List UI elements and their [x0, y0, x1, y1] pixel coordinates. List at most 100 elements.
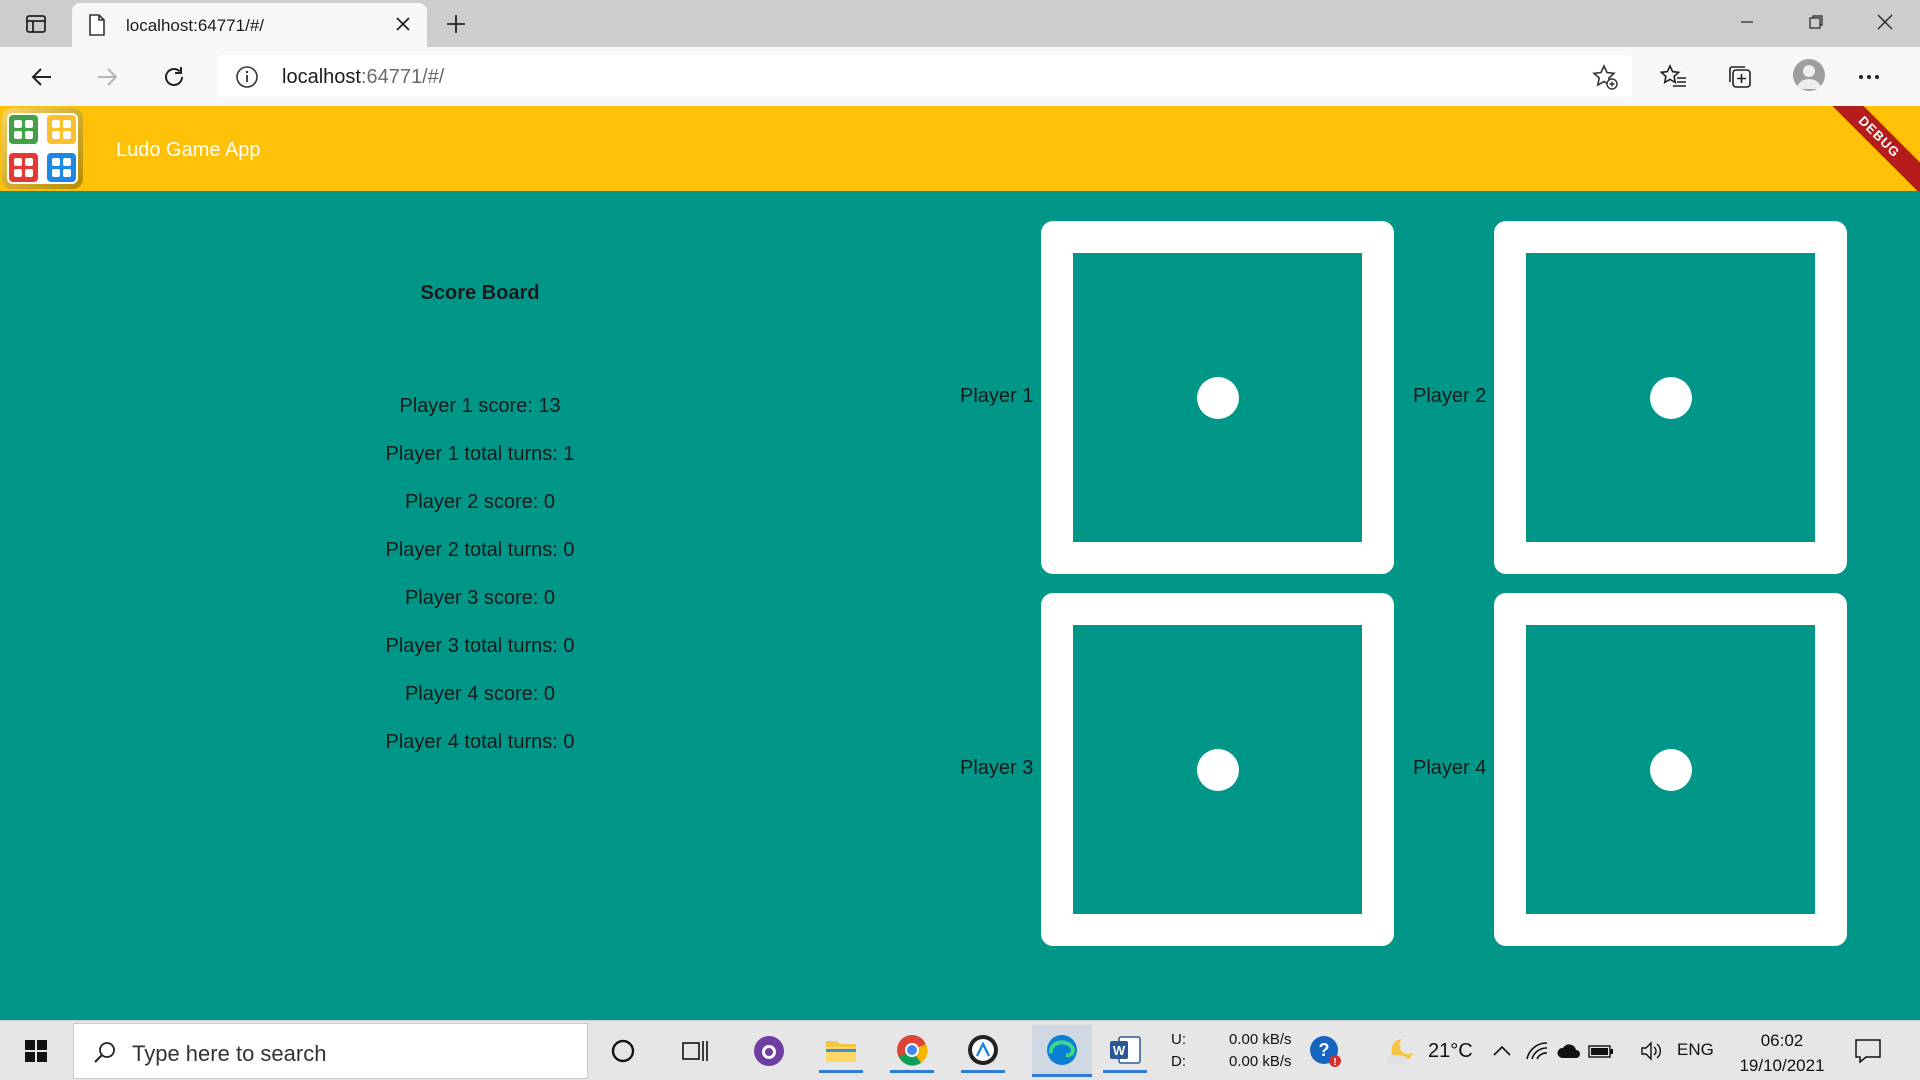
tab-actions-button[interactable] [14, 8, 58, 40]
browser-tab[interactable]: localhost:64771/#/ [72, 3, 427, 47]
close-window-button[interactable] [1862, 6, 1908, 38]
player-2-die[interactable] [1494, 221, 1847, 574]
player-4-die[interactable] [1494, 593, 1847, 946]
person-icon [1797, 65, 1821, 89]
scoreboard-title: Score Board [420, 282, 540, 304]
debug-banner: DEBUG [1818, 106, 1920, 191]
page-icon [88, 14, 106, 41]
onedrive-icon[interactable] [1554, 1029, 1584, 1073]
more-button[interactable] [1851, 59, 1887, 95]
address-bar[interactable]: localhost:64771/#/ [217, 55, 1632, 97]
score-line: Player 3 total turns: 0 [385, 635, 575, 657]
player-1-label: Player 1 [960, 385, 1034, 407]
new-tab-button[interactable] [440, 9, 472, 39]
search-placeholder: Type here to search [132, 1041, 327, 1066]
score-line: Player 2 score: 0 [404, 491, 556, 513]
plus-icon [447, 15, 465, 33]
player-3-label: Player 3 [960, 757, 1034, 779]
chrome-icon[interactable] [890, 1029, 934, 1073]
notifications-icon[interactable] [1846, 1029, 1890, 1073]
restore-button[interactable] [1793, 6, 1839, 38]
site-info-icon[interactable] [235, 65, 259, 94]
more-icon [1859, 75, 1879, 79]
die-pip [1650, 749, 1692, 791]
die-face [1073, 625, 1362, 914]
die-face [1526, 625, 1815, 914]
score-line: Player 2 total turns: 0 [385, 539, 575, 561]
language-indicator[interactable]: ENG [1677, 1040, 1714, 1060]
word-icon[interactable]: W [1103, 1029, 1147, 1073]
browser-toolbar: localhost:64771/#/ [0, 47, 1920, 106]
clock[interactable]: 06:02 19/10/2021 [1720, 1028, 1844, 1078]
arrow-left-icon [31, 68, 51, 86]
refresh-icon [165, 67, 183, 86]
taskbar: Type here to search W U: D: 0.00 kB/s 0.… [0, 1020, 1920, 1080]
scoreboard-list: Player 1 score: 13 Player 1 total turns:… [0, 395, 960, 779]
tab-title: localhost:64771/#/ [126, 16, 264, 35]
svg-text:W: W [1113, 1043, 1126, 1058]
add-favorite-icon[interactable] [1592, 64, 1618, 95]
score-line: Player 3 score: 0 [404, 587, 556, 609]
net-upload-label: U: [1171, 1031, 1186, 1048]
tab-actions-icon [26, 15, 46, 33]
svg-text:?: ? [1319, 1040, 1330, 1060]
collections-icon [1729, 66, 1751, 88]
weather-temp: 21°C [1428, 1040, 1473, 1062]
url-text: localhost:64771/#/ [282, 66, 444, 89]
search-icon [92, 1040, 118, 1071]
collections-button[interactable] [1722, 59, 1758, 95]
net-download-speed: 0.00 kB/s [1229, 1053, 1292, 1070]
score-line: Player 1 score: 13 [399, 395, 561, 417]
browser-tab-strip: localhost:64771/#/ [0, 0, 1920, 47]
refresh-button[interactable] [156, 59, 192, 95]
score-line: Player 4 score: 0 [404, 683, 556, 705]
favorites-icon [1660, 64, 1686, 87]
die-face [1073, 253, 1362, 542]
taskbar-search[interactable]: Type here to search [73, 1023, 588, 1079]
app-bar: Ludo Game App DEBUG [0, 106, 1920, 191]
task-view-icon[interactable] [673, 1029, 717, 1073]
player-1-die[interactable] [1041, 221, 1394, 574]
clock-date: 19/10/2021 [1739, 1056, 1825, 1075]
wifi-icon[interactable] [1522, 1029, 1552, 1073]
profile-avatar[interactable] [1793, 59, 1825, 91]
minimize-button[interactable] [1724, 6, 1770, 38]
url-host: localhost [282, 66, 361, 88]
weather-moon-icon[interactable] [1378, 1029, 1422, 1073]
die-pip [1197, 377, 1239, 419]
player-3-die[interactable] [1041, 593, 1394, 946]
favorites-button[interactable] [1656, 59, 1692, 95]
close-icon [1877, 14, 1893, 30]
windows-icon [25, 1040, 47, 1062]
score-line: Player 4 total turns: 0 [385, 731, 575, 753]
score-line: Player 1 total turns: 1 [385, 443, 575, 465]
help-icon[interactable]: ?! [1303, 1029, 1347, 1073]
app-icon[interactable] [961, 1029, 1005, 1073]
arrow-right-icon [98, 68, 118, 86]
minimize-icon [1741, 21, 1753, 23]
restore-icon [1809, 15, 1823, 29]
back-button[interactable] [24, 59, 60, 95]
file-explorer-icon[interactable] [819, 1029, 863, 1073]
tab-close-icon[interactable] [393, 14, 413, 39]
player-4-label: Player 4 [1413, 757, 1487, 779]
url-path: :64771/#/ [360, 66, 445, 88]
net-download-label: D: [1171, 1053, 1186, 1070]
edge-icon[interactable] [1032, 1025, 1092, 1077]
start-button[interactable] [0, 1021, 72, 1080]
player-2-label: Player 2 [1413, 385, 1487, 407]
volume-icon[interactable] [1637, 1029, 1667, 1073]
cortana-icon[interactable] [601, 1029, 645, 1073]
die-pip [1197, 749, 1239, 791]
chevron-up-icon[interactable] [1487, 1029, 1517, 1073]
ludo-logo [2, 108, 83, 189]
github-desktop-icon[interactable] [747, 1029, 791, 1073]
clock-time: 06:02 [1760, 1031, 1804, 1050]
svg-text:!: ! [1333, 1057, 1336, 1068]
die-face [1526, 253, 1815, 542]
die-pip [1650, 377, 1692, 419]
forward-button[interactable] [89, 59, 125, 95]
battery-icon[interactable] [1586, 1029, 1616, 1073]
net-upload-speed: 0.00 kB/s [1229, 1031, 1292, 1048]
app-title: Ludo Game App [116, 139, 261, 161]
